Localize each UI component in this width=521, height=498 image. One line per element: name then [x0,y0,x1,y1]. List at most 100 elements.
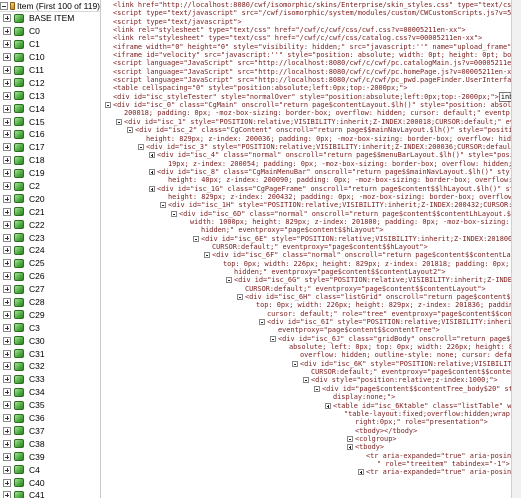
source-line[interactable]: <div style="position:relative;z-index:10… [101,376,521,384]
expand-node-icon[interactable] [347,444,353,451]
collapse-icon[interactable] [0,1,8,10]
source-line[interactable]: eventproxy="page$content$$contentTree"> [101,326,521,334]
tree-item[interactable]: C41 [0,489,100,498]
tree-item[interactable]: C23 [0,231,100,244]
expand-icon[interactable] [3,349,11,358]
source-line[interactable]: hidden;" eventproxy="page$content$$conte… [101,268,521,276]
collapse-node-icon[interactable] [193,235,199,242]
source-line[interactable]: <script language="JavaScript" src="http:… [101,68,521,76]
expand-node-icon[interactable] [358,469,364,476]
source-line[interactable]: <link rel="stylesheet" type="text/css" h… [101,26,521,34]
expand-icon[interactable] [3,156,11,165]
tree-item[interactable]: C24 [0,244,100,257]
tree-item[interactable]: C26 [0,270,100,283]
html-source-view[interactable]: <link href="http://localhost:8080/cwf/is… [101,0,521,498]
expand-icon[interactable] [3,14,11,23]
collapse-node-icon[interactable] [292,360,298,367]
source-line[interactable]: <colgroup> [101,435,521,443]
tree-item[interactable]: C13 [0,89,100,102]
source-line[interactable]: <div id="isc_1" style="POSITION:relative… [101,118,521,126]
tree-item[interactable]: C11 [0,64,100,77]
vertical-scrollbar[interactable] [511,0,521,498]
item-tree-panel[interactable]: Item (First 100 of 119) BASE ITEM C0 C1 C10… [0,0,101,498]
tree-header[interactable]: Item (First 100 of 119) [0,0,100,12]
tree-item[interactable]: C30 [0,334,100,347]
expand-icon[interactable] [3,388,11,397]
source-line[interactable]: <script language="JavaScript" src="http:… [101,76,521,84]
source-line[interactable]: display:none;"> [101,393,521,401]
tree-item[interactable]: C29 [0,308,100,321]
source-line[interactable]: <div id="isc_6H" class="listGrid" onscro… [101,293,521,301]
tree-item[interactable]: C16 [0,128,100,141]
expand-icon[interactable] [3,233,11,242]
tree-item[interactable]: C35 [0,399,100,412]
source-line[interactable]: <iframe id="velocity" src="javascript:''… [101,51,521,59]
expand-icon[interactable] [3,426,11,435]
expand-icon[interactable] [3,465,11,474]
tree-item[interactable]: C4 [0,463,100,476]
source-line[interactable]: <div id="isc_0" class="CgMain" onscroll=… [101,101,521,109]
expand-icon[interactable] [3,53,11,62]
source-line[interactable]: CURSOR:default;" eventproxy="page$conten… [101,285,521,293]
source-line[interactable]: CURSOR:default;" eventproxy="page$conten… [101,368,521,376]
tree-item[interactable]: C17 [0,141,100,154]
tree-item[interactable]: C22 [0,218,100,231]
expand-icon[interactable] [3,414,11,423]
source-line[interactable]: height: 829px; z-index: 200432; padding:… [101,193,521,201]
expand-icon[interactable] [3,78,11,87]
expand-icon[interactable] [3,310,11,319]
expand-icon[interactable] [3,478,11,487]
tree-item[interactable]: C33 [0,373,100,386]
source-line[interactable]: hidden;" eventproxy="page$content$$hLayo… [101,226,521,234]
source-line[interactable]: <tbody></tbody> [101,427,521,435]
source-line[interactable]: <div id="isc_8" class="CgMainMenuBar" on… [101,168,521,176]
tree-item[interactable]: C28 [0,296,100,309]
source-line[interactable]: height: 829px; z-index: 200036; padding:… [101,135,521,143]
source-line[interactable]: <link rel="stylesheet" type="text/css" h… [101,34,521,42]
expand-icon[interactable] [3,285,11,294]
collapse-node-icon[interactable] [237,294,243,301]
expand-icon[interactable] [3,104,11,113]
expand-icon[interactable] [3,169,11,178]
tree-item[interactable]: C18 [0,154,100,167]
source-line[interactable]: <tr aria-expanded="true" aria-posinset="… [101,468,521,476]
expand-icon[interactable] [3,272,11,281]
expand-icon[interactable] [3,40,11,49]
source-line[interactable]: 200018; padding: 0px; -moz-box-sizing: b… [101,109,521,117]
expand-icon[interactable] [3,259,11,268]
collapse-node-icon[interactable] [270,335,276,342]
tree-item[interactable]: C40 [0,476,100,489]
tree-item[interactable]: C31 [0,347,100,360]
tree-item[interactable]: C2 [0,180,100,193]
source-line[interactable]: height: 40px; z-index: 200090; padding: … [101,176,521,184]
collapse-node-icon[interactable] [314,385,320,392]
collapse-node-icon[interactable] [259,319,265,326]
expand-icon[interactable] [3,207,11,216]
expand-node-icon[interactable] [149,168,155,175]
expand-icon[interactable] [3,452,11,461]
source-line[interactable]: cursor: default;" role="tree" eventproxy… [101,310,521,318]
source-line[interactable]: <table id="isc_6Ktable" class="listTable… [101,402,521,410]
tree-item[interactable]: C12 [0,76,100,89]
source-line[interactable]: " role="treeitem" tabindex="-1"> [101,460,521,468]
tree-item[interactable]: C0 [0,25,100,38]
collapse-node-icon[interactable] [347,435,353,442]
source-line[interactable]: <script type="text/javascript"> [101,18,521,26]
source-line[interactable]: <tbody> [101,443,521,451]
expand-icon[interactable] [3,323,11,332]
source-line[interactable]: <div id="isc_6E" style="POSITION:relativ… [101,235,521,243]
collapse-node-icon[interactable] [127,127,133,134]
tree-item[interactable]: C19 [0,167,100,180]
source-line[interactable]: "table-layout:fixed;overflow:hidden;wrap… [101,410,521,418]
source-line[interactable]: top: 0px; width: 226px; height: 829px; z… [101,260,521,268]
source-line[interactable]: <div id="isc_3" style="POSITION:relative… [101,143,521,151]
tree-item[interactable]: C21 [0,205,100,218]
source-line[interactable]: 19px; z-index: 200054; padding: 0px; -mo… [101,160,521,168]
source-line[interactable]: <div id="isc_6I" style="POSITION:relativ… [101,318,521,326]
collapse-node-icon[interactable] [303,377,309,384]
expand-node-icon[interactable] [149,152,155,159]
expand-icon[interactable] [3,220,11,229]
expand-icon[interactable] [3,246,11,255]
collapse-node-icon[interactable] [138,143,144,150]
expand-icon[interactable] [3,375,11,384]
